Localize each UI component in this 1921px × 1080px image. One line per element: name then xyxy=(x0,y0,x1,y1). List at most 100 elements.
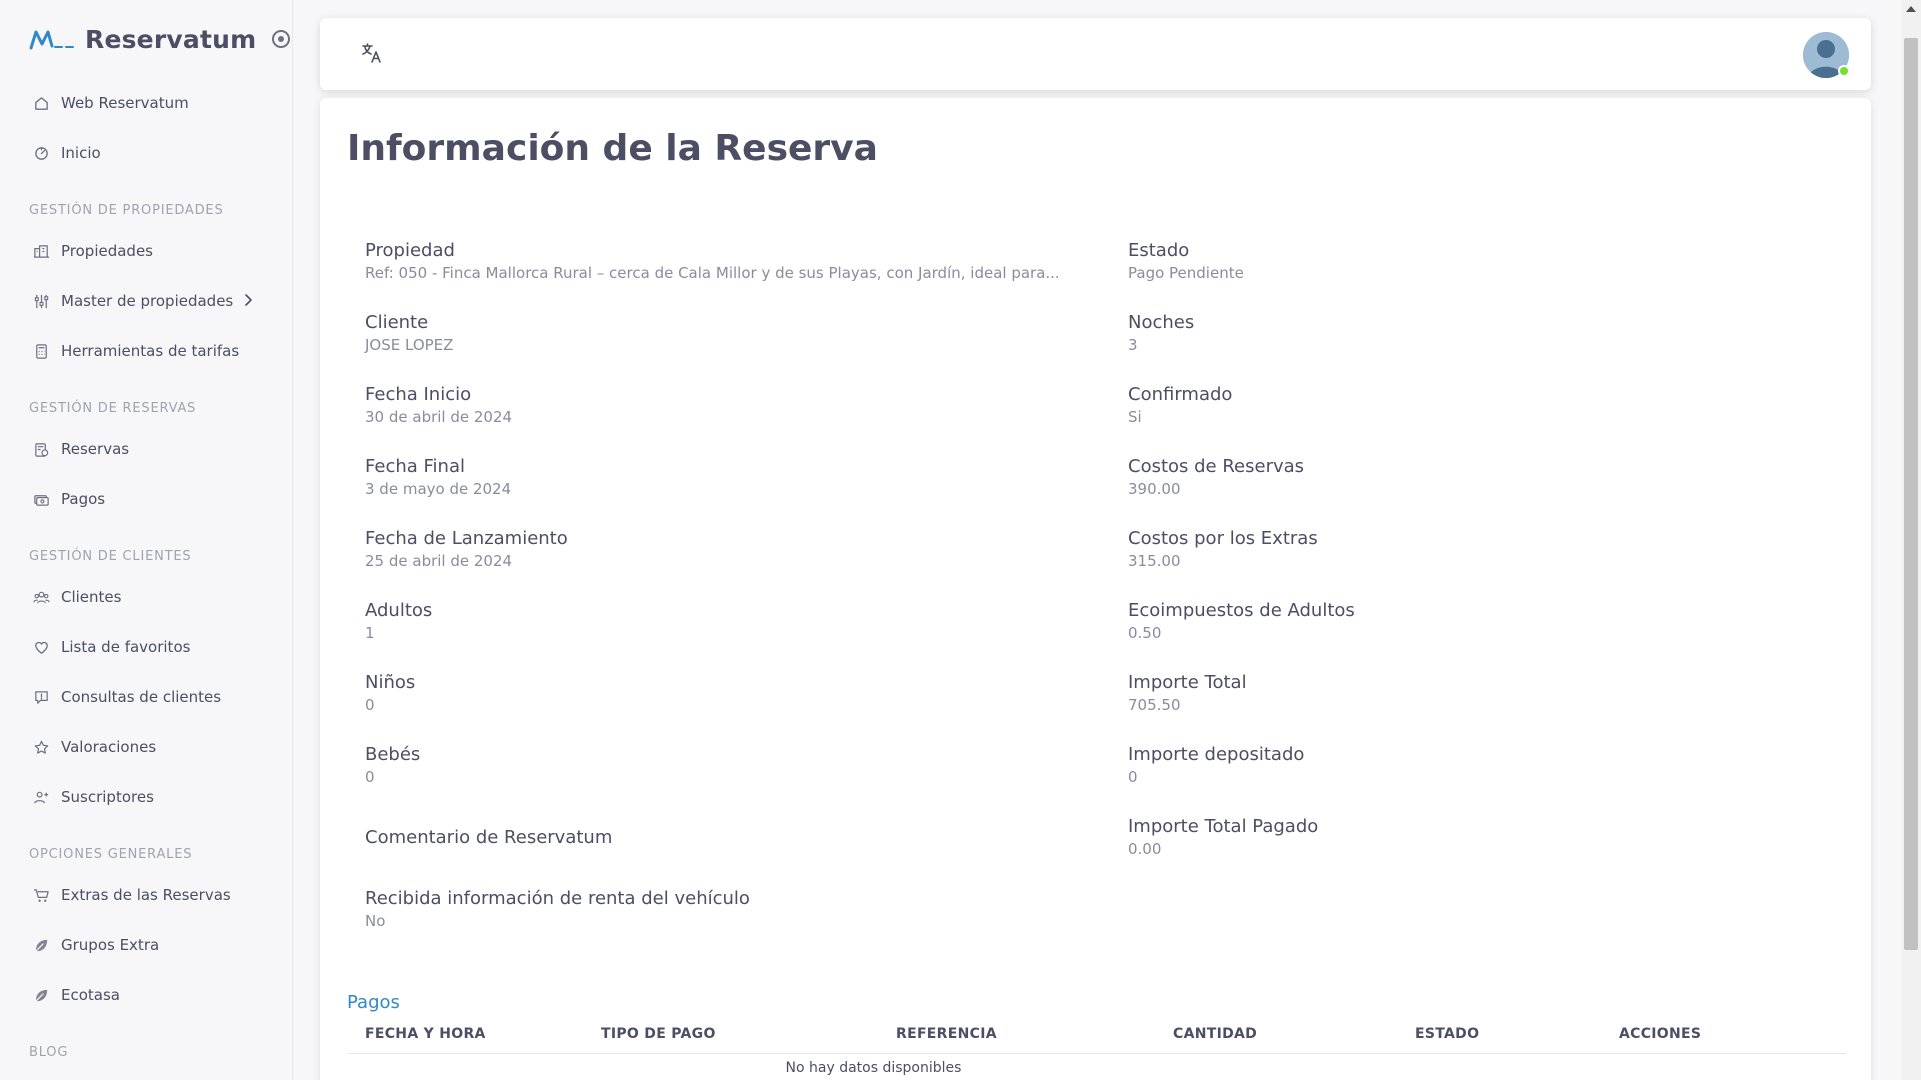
detail-field: Confirmado Si xyxy=(1128,384,1232,427)
dashboard-icon-wrapper xyxy=(33,145,50,162)
detail-field: Bebés 0 xyxy=(365,744,420,787)
cash-icon-wrapper xyxy=(33,491,50,508)
field-value: 315.00 xyxy=(1128,552,1181,570)
sidebar-item-label: Herramientas de tarifas xyxy=(61,342,240,360)
field-value: 0.00 xyxy=(1128,840,1162,858)
column-header[interactable]: REFERENCIA xyxy=(896,1026,997,1042)
calculator-icon-wrapper xyxy=(33,343,50,360)
field-value: No xyxy=(365,912,386,930)
sidebar-item-label: Ecotasa xyxy=(61,986,120,1004)
leaf-icon-wrapper xyxy=(33,987,50,1004)
field-label: Fecha Final xyxy=(365,456,465,477)
sidebar-item-extras-de-las-reservas[interactable]: Extras de las Reservas xyxy=(0,870,292,920)
sidebar-item-ecotasa[interactable]: Ecotasa xyxy=(0,970,292,1020)
field-value: 390.00 xyxy=(1128,480,1181,498)
sidebar-item-lista-de-favoritos[interactable]: Lista de favoritos xyxy=(0,622,292,672)
detail-field: Fecha de Lanzamiento 25 de abril de 2024 xyxy=(365,528,568,571)
dashboard-icon xyxy=(35,146,48,160)
field-label: Recibida información de renta del vehícu… xyxy=(365,888,750,909)
translate-icon[interactable] xyxy=(360,41,384,65)
sidebar-item-grupos-extra[interactable]: Grupos Extra xyxy=(0,920,292,970)
sidebar-item-label: Lista de favoritos xyxy=(61,638,191,656)
sidebar-item-herramientas-de-tarifas[interactable]: Herramientas de tarifas xyxy=(0,326,292,376)
leaf-icon xyxy=(35,989,48,1002)
field-label: Importe Total Pagado xyxy=(1128,816,1319,837)
home-icon-wrapper xyxy=(33,95,50,112)
sliders-icon xyxy=(34,294,49,308)
cart-icon xyxy=(33,888,49,902)
sidebar-item-suscriptores[interactable]: Suscriptores xyxy=(0,772,292,822)
page-scrollbar[interactable] xyxy=(1901,0,1921,1080)
column-header[interactable]: ACCIONES xyxy=(1619,1026,1701,1042)
reservation-info-card: Información de la Reserva Propiedad Ref: … xyxy=(320,98,1871,1080)
sidebar-item-label: Master de propiedades xyxy=(61,292,234,310)
field-label: Comentario de Reservatum xyxy=(365,827,613,848)
heart-icon xyxy=(35,641,48,654)
column-header[interactable]: ESTADO xyxy=(1415,1026,1479,1042)
scroll-up-arrow-icon[interactable] xyxy=(1906,6,1916,12)
app-root: Reservatum Web Reservatum Inicio GESTIÓN D… xyxy=(0,0,1921,1080)
brand-logo-icon xyxy=(29,30,74,50)
online-status-badge xyxy=(1838,65,1850,77)
column-header[interactable]: FECHA Y HORA xyxy=(365,1026,486,1042)
field-label: Costos por los Extras xyxy=(1128,528,1318,549)
brand[interactable]: Reservatum xyxy=(0,0,292,78)
star-icon xyxy=(34,740,49,754)
sidebar-item-pagos[interactable]: Pagos xyxy=(0,474,292,524)
field-label: Noches xyxy=(1128,312,1195,333)
sidebar-toggle-icon[interactable] xyxy=(272,30,291,48)
field-value: Si xyxy=(1128,408,1142,426)
field-label: Fecha de Lanzamiento xyxy=(365,528,568,549)
sidebar-item-inicio[interactable]: Inicio xyxy=(0,128,292,178)
field-label: Niños xyxy=(365,672,416,693)
detail-field: Cliente JOSE LOPEZ xyxy=(365,312,453,355)
scroll-thumb[interactable] xyxy=(1904,38,1918,950)
field-label: Bebés xyxy=(365,744,421,765)
topbar xyxy=(320,18,1871,90)
sidebar-item-propiedades[interactable]: Propiedades xyxy=(0,226,292,276)
sidebar-item-valoraciones[interactable]: Valoraciones xyxy=(0,722,292,772)
detail-field: Costos por los Extras 315.00 xyxy=(1128,528,1318,571)
subscribers-icon-wrapper xyxy=(33,789,50,806)
sidebar-item-web-reservatum[interactable]: Web Reservatum xyxy=(0,78,292,128)
column-header[interactable]: CANTIDAD xyxy=(1173,1026,1257,1042)
column-header[interactable]: TIPO DE PAGO xyxy=(601,1026,716,1042)
field-label: Ecoimpuestos de Adultos xyxy=(1128,600,1355,621)
sidebar-item-label: Grupos Extra xyxy=(61,936,160,954)
buildings-icon xyxy=(33,244,50,258)
detail-field: Importe Total Pagado 0.00 xyxy=(1128,816,1318,859)
cart-icon-wrapper xyxy=(33,887,50,904)
sidebar-item-master-de-propiedades[interactable]: Master de propiedades xyxy=(0,276,292,326)
users-icon-wrapper xyxy=(33,589,50,606)
leaf-icon-wrapper xyxy=(33,937,50,954)
sidebar-item-reservas[interactable]: Reservas xyxy=(0,424,292,474)
sidebar-item-clientes[interactable]: Clientes xyxy=(0,572,292,622)
detail-field: Importe depositado 0 xyxy=(1128,744,1304,787)
home-icon xyxy=(35,96,48,110)
field-value: 1 xyxy=(365,624,375,642)
field-value: 25 de abril de 2024 xyxy=(365,552,513,570)
field-value: Pago Pendiente xyxy=(1128,264,1244,282)
field-value: 3 xyxy=(1128,336,1138,354)
detail-field: Ecoimpuestos de Adultos 0.50 xyxy=(1128,600,1355,643)
sidebar-nav: Web Reservatum Inicio GESTIÓN DE PROPIEDAD… xyxy=(0,78,292,1068)
field-label: Propiedad xyxy=(365,240,455,261)
field-value: 0.50 xyxy=(1128,624,1162,642)
calculator-icon xyxy=(36,343,47,359)
field-label: Fecha Inicio xyxy=(365,384,472,405)
sidebar-item-label: Propiedades xyxy=(61,242,153,260)
sidebar-section-title: GESTIÓN DE RESERVAS xyxy=(29,401,197,416)
detail-field: Noches 3 xyxy=(1128,312,1194,355)
sidebar-section-title: OPCIONES GENERALES xyxy=(29,847,193,862)
field-value: 3 de mayo de 2024 xyxy=(365,480,512,498)
field-label: Cliente xyxy=(365,312,429,333)
field-label: Adultos xyxy=(365,600,433,621)
sidebar-item-consultas-de-clientes[interactable]: Consultas de clientes xyxy=(0,672,292,722)
star-icon-wrapper xyxy=(33,739,50,756)
detail-field: Comentario de Reservatum xyxy=(365,827,612,849)
users-icon xyxy=(33,591,50,603)
chevron-right-icon xyxy=(245,294,252,306)
field-value: 0 xyxy=(365,696,375,714)
heart-icon-wrapper xyxy=(33,639,50,656)
sidebar-item-label: Consultas de clientes xyxy=(61,688,222,706)
